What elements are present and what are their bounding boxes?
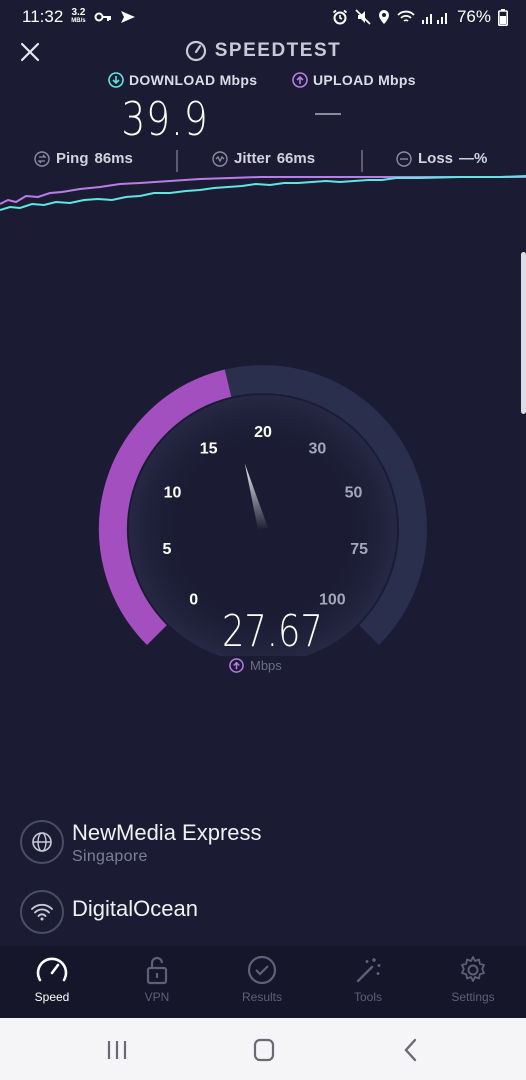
download-graph-line: [0, 175, 526, 211]
mute-icon: [355, 9, 371, 25]
server-name: NewMedia Express: [72, 820, 262, 845]
nav-settings[interactable]: Settings: [433, 954, 513, 1004]
key-icon: [94, 12, 111, 22]
alarm-icon: [332, 9, 348, 25]
gauge-tick-label: 30: [309, 441, 327, 458]
nav-speed[interactable]: Speed: [12, 954, 92, 1004]
status-bar: 11:32 3.2 MB/s 76%: [0, 0, 526, 34]
gauge-tick-label: 100: [319, 591, 346, 608]
download-value: 39.9: [121, 92, 209, 146]
speedometer-logo-icon: [185, 40, 206, 62]
upload-label: UPLOAD Mbps: [292, 72, 416, 88]
check-circle-icon: [247, 955, 277, 985]
gauge-tick-label: 50: [345, 485, 363, 502]
server-provider[interactable]: NewMedia Express Singapore: [20, 820, 510, 866]
ping-icon: [34, 150, 50, 167]
speedometer-icon: [36, 957, 68, 982]
back-icon[interactable]: [396, 1037, 426, 1063]
nav-tools[interactable]: Tools: [328, 954, 408, 1004]
server-location: Singapore: [72, 848, 148, 865]
globe-icon: [20, 820, 64, 864]
scroll-handle[interactable]: [521, 252, 526, 414]
ping-stat: Ping 86ms: [34, 150, 133, 167]
bottom-nav: Speed VPN Results Tools Settings: [0, 946, 526, 1018]
nav-vpn[interactable]: VPN: [117, 954, 197, 1004]
battery-percent: 76%: [456, 7, 491, 26]
current-speed-value: 27.67: [222, 606, 323, 657]
host-name: DigitalOcean: [72, 896, 198, 921]
gear-icon: [461, 956, 485, 982]
status-time: 11:32: [22, 7, 64, 26]
jitter-stat: Jitter 66ms: [212, 150, 315, 167]
upload-graph-line: [0, 176, 526, 205]
gauge-tick-label: 20: [254, 424, 272, 441]
gauge-tick-label: 10: [164, 485, 182, 502]
gauge-tick-label: 5: [162, 541, 171, 558]
upload-icon: [292, 72, 308, 88]
speed-unit: Mbps: [229, 658, 299, 673]
loss-icon: [396, 150, 412, 167]
loss-stat: Loss —%: [396, 150, 487, 167]
gauge-tick-label: 75: [350, 541, 368, 558]
download-icon: [108, 72, 124, 88]
gauge-tick-label: 15: [200, 441, 218, 458]
speed-graph: [0, 175, 526, 211]
recent-apps-icon[interactable]: [102, 1037, 132, 1063]
network-speed: 3.2 MB/s: [71, 7, 86, 25]
server-host[interactable]: DigitalOcean: [20, 890, 510, 936]
header: SPEEDTEST: [0, 36, 526, 66]
download-label: DOWNLOAD Mbps: [108, 72, 257, 88]
upload-value: [315, 113, 341, 115]
home-icon[interactable]: [249, 1037, 279, 1063]
page-title: SPEEDTEST: [0, 40, 526, 62]
wifi-icon: [20, 890, 64, 934]
location-icon: [378, 10, 389, 24]
system-nav-bar: [0, 1018, 526, 1080]
jitter-icon: [212, 150, 228, 167]
battery-icon: [498, 8, 508, 26]
wifi-status-icon: [397, 10, 415, 22]
upload-arrow-icon: [229, 658, 244, 673]
gauge-tick-label: 0: [189, 591, 198, 608]
lock-icon: [146, 956, 168, 985]
nav-results[interactable]: Results: [222, 954, 302, 1004]
signal-icon: [421, 13, 447, 24]
wand-icon: [356, 958, 381, 983]
send-icon: [120, 11, 135, 23]
